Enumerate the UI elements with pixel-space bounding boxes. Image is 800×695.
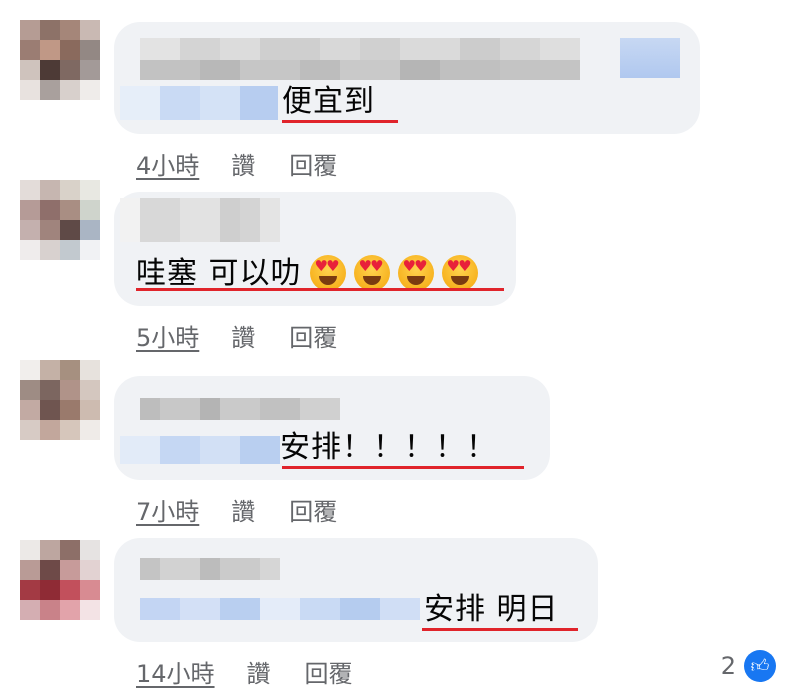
reaction-summary[interactable]: 2 👍︎ xyxy=(721,650,776,682)
heart-eyes-emoji-icon xyxy=(302,254,478,291)
reply-button[interactable]: 回覆 xyxy=(289,146,337,181)
like-button[interactable]: 讚 xyxy=(231,146,255,181)
timestamp-link[interactable]: 5小時 xyxy=(136,318,199,353)
timestamp-link[interactable]: 7小時 xyxy=(136,492,199,527)
reply-button[interactable]: 回覆 xyxy=(289,318,337,353)
red-underline xyxy=(282,466,524,469)
comment-text: 安排 明日 xyxy=(424,592,559,627)
comment-actions: 14小時 讚 回覆 xyxy=(136,654,353,689)
like-button[interactable]: 讚 xyxy=(231,318,255,353)
reply-button[interactable]: 回覆 xyxy=(305,654,353,689)
like-icon: 👍︎ xyxy=(744,650,776,682)
comment-text-body: 哇塞 可以叻 xyxy=(136,256,302,291)
comment-text: 安排！！！！！ xyxy=(280,430,497,465)
blurred-author-name-line2 xyxy=(140,60,580,80)
like-button[interactable]: 讚 xyxy=(231,492,255,527)
timestamp-link[interactable]: 14小時 xyxy=(136,654,215,689)
avatar[interactable] xyxy=(20,360,100,440)
comment-actions: 7小時 讚 回覆 xyxy=(136,492,337,527)
avatar[interactable] xyxy=(20,180,100,260)
blurred-author-name xyxy=(140,398,340,420)
blurred-mention xyxy=(120,86,278,120)
blurred-mention xyxy=(140,598,420,620)
blurred-tag xyxy=(620,38,680,78)
blurred-mention xyxy=(120,436,280,464)
red-underline xyxy=(422,628,578,631)
timestamp-link[interactable]: 4小時 xyxy=(136,146,199,181)
red-underline xyxy=(282,120,398,123)
blurred-author-name xyxy=(120,198,280,242)
comment-actions: 4小時 讚 回覆 xyxy=(136,146,337,181)
reaction-count: 2 xyxy=(720,652,736,680)
red-underline xyxy=(136,288,504,291)
blurred-author-name xyxy=(140,558,280,580)
comment-actions: 5小時 讚 回覆 xyxy=(136,318,337,353)
reply-button[interactable]: 回覆 xyxy=(289,492,337,527)
avatar[interactable] xyxy=(20,20,100,100)
avatar[interactable] xyxy=(20,540,100,620)
blurred-author-name xyxy=(140,38,580,60)
like-button[interactable]: 讚 xyxy=(247,654,271,689)
comment-text: 便宜到 xyxy=(282,84,375,119)
